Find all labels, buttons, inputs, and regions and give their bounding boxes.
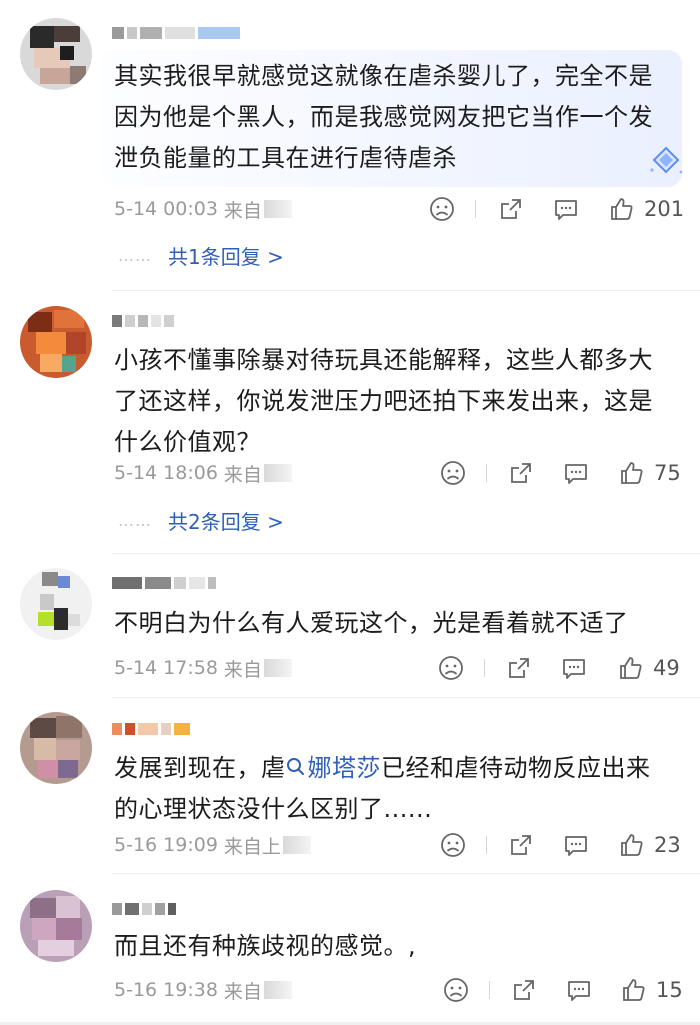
divider — [112, 697, 700, 698]
like-count: 75 — [654, 461, 681, 485]
comment-text: 发展到现在，虐 娜塔莎已经和虐待动物反应出来的心理状态没什么区别了...... — [114, 754, 651, 823]
view-replies-link[interactable]: …… 共1条回复 > — [118, 240, 284, 270]
divider — [475, 200, 476, 218]
frown-face-icon[interactable] — [442, 975, 470, 1005]
share-icon[interactable] — [510, 975, 538, 1005]
action-bar: 23 — [0, 830, 700, 860]
username[interactable] — [112, 310, 174, 332]
search-icon — [286, 758, 304, 775]
like-count: 49 — [653, 656, 680, 680]
divider — [112, 553, 700, 554]
frown-face-icon[interactable] — [437, 653, 465, 683]
avatar[interactable] — [20, 712, 92, 784]
thumbs-up-icon[interactable] — [608, 194, 636, 224]
username[interactable] — [112, 718, 190, 740]
thumbs-up-icon[interactable] — [617, 653, 645, 683]
action-bar: 201 — [0, 194, 700, 224]
action-bar: 75 — [0, 458, 700, 488]
share-icon[interactable] — [507, 458, 535, 488]
frown-face-icon[interactable] — [439, 458, 467, 488]
share-icon[interactable] — [507, 830, 535, 860]
comment-icon[interactable] — [562, 458, 590, 488]
like-count: 201 — [644, 197, 685, 221]
username[interactable] — [112, 572, 216, 594]
username[interactable] — [112, 22, 240, 44]
divider — [489, 981, 490, 999]
diamond-sparkle-icon — [650, 146, 683, 174]
username[interactable] — [112, 898, 176, 920]
hashtag-search-link[interactable]: 娜塔莎 — [286, 754, 382, 782]
comment-text: 其实我很早就感觉这就像在虐杀婴儿了，完全不是因为他是个黑人，而是我感觉网友把它当… — [100, 50, 682, 187]
comment-text: 而且还有种族歧视的感觉。, — [114, 932, 417, 960]
thumbs-up-icon[interactable] — [618, 830, 646, 860]
frown-face-icon[interactable] — [428, 194, 456, 224]
share-icon[interactable] — [505, 653, 533, 683]
thumbs-up-icon[interactable] — [618, 458, 646, 488]
divider — [484, 659, 485, 677]
divider — [486, 836, 487, 854]
comment-icon[interactable] — [565, 975, 593, 1005]
thumbs-up-icon[interactable] — [620, 975, 648, 1005]
comment-icon[interactable] — [562, 830, 590, 860]
reply-count-label: 共1条回复 > — [168, 244, 284, 269]
view-replies-link[interactable]: …… 共2条回复 > — [118, 505, 284, 535]
reply-count-label: 共2条回复 > — [168, 509, 284, 534]
like-count: 23 — [654, 833, 681, 857]
action-bar: 15 — [0, 975, 700, 1005]
avatar[interactable] — [20, 306, 92, 378]
frown-face-icon[interactable] — [439, 830, 467, 860]
avatar[interactable] — [20, 890, 92, 962]
divider — [486, 464, 487, 482]
divider — [112, 873, 700, 874]
share-icon[interactable] — [497, 194, 525, 224]
comment-text: 不明白为什么有人爱玩这个，光是看着就不适了 — [114, 609, 629, 637]
like-count: 15 — [656, 978, 683, 1002]
avatar[interactable] — [20, 18, 92, 90]
comment-text: 小孩不懂事除暴对待玩具还能解释，这些人都多大了还这样，你说发泄压力吧还拍下来发出… — [114, 346, 653, 456]
divider — [112, 290, 700, 291]
comment-icon[interactable] — [552, 194, 580, 224]
action-bar: 49 — [0, 653, 700, 683]
comment-icon[interactable] — [560, 653, 588, 683]
avatar[interactable] — [20, 568, 92, 640]
